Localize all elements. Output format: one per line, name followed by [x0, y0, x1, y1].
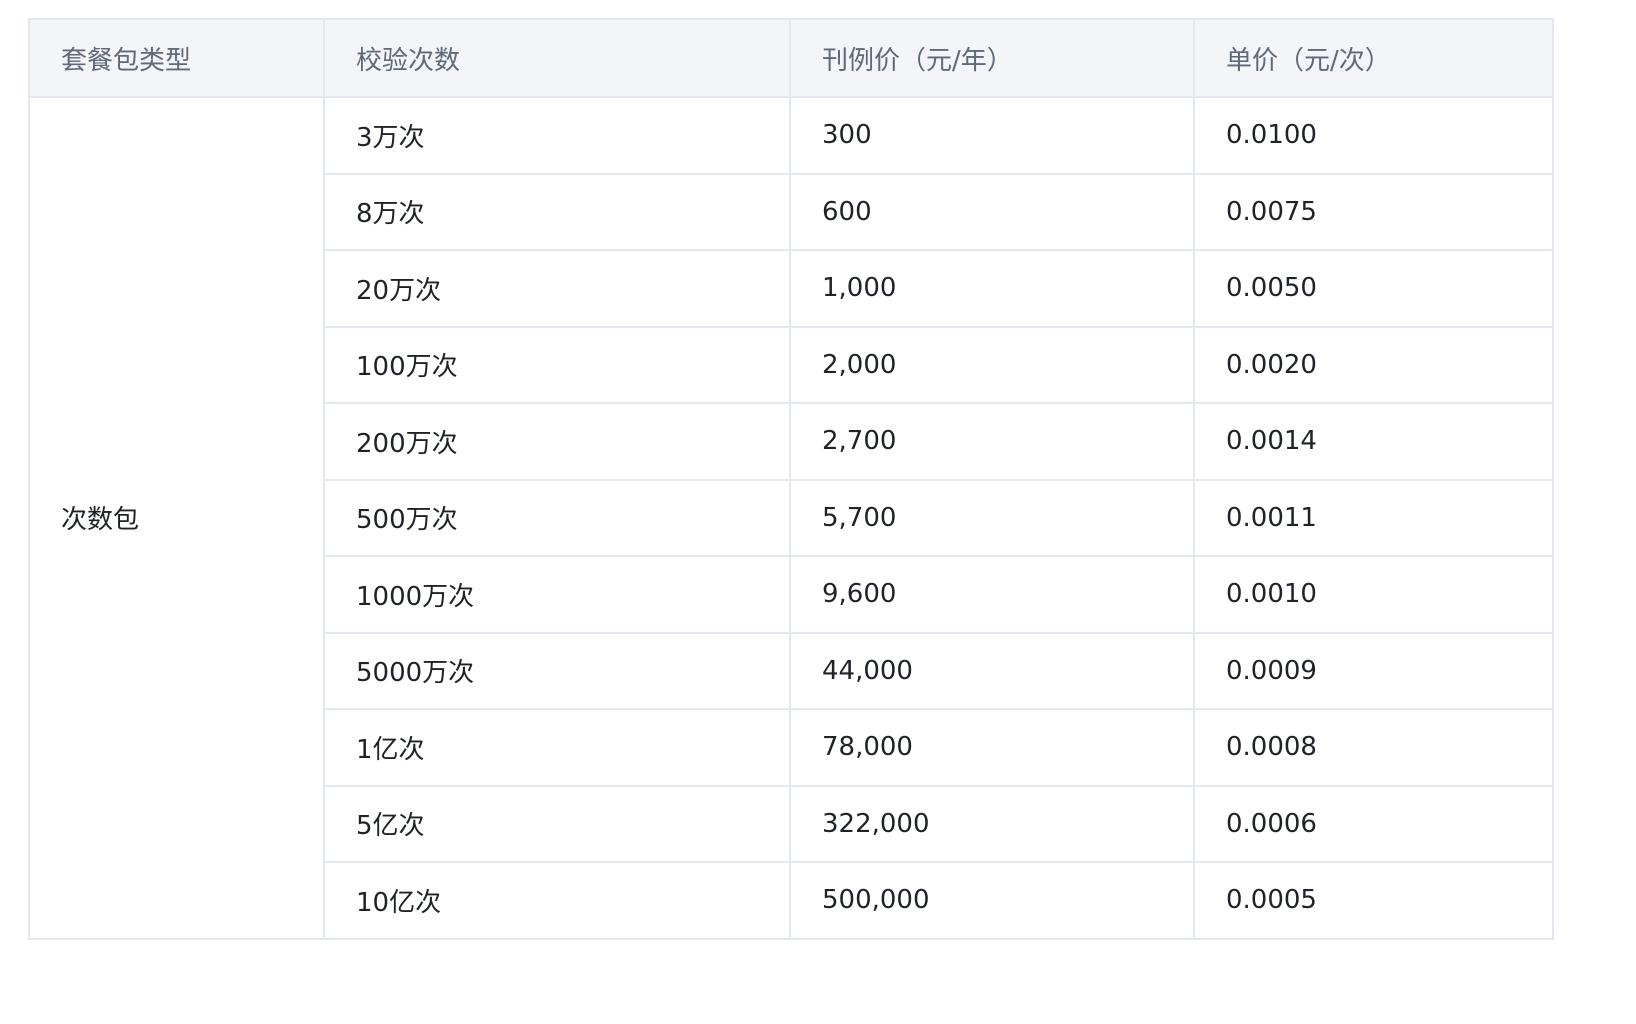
package-type-cell: 次数包 [28, 96, 325, 940]
list-price-cell: 78,000 [789, 708, 1195, 787]
count-cell: 20万次 [323, 249, 791, 328]
header-verification-count: 校验次数 [323, 18, 791, 98]
table-body: 次数包 3万次 300 0.0100 8万次 600 0.0075 20万次 1… [28, 96, 1554, 940]
count-cell: 8万次 [323, 172, 791, 251]
list-price-cell: 500,000 [789, 861, 1195, 940]
count-cell: 10亿次 [323, 861, 791, 940]
pricing-table: 套餐包类型 校验次数 刊例价（元/年） 单价（元/次） 次数包 3万次 300 … [28, 18, 1554, 940]
header-row: 套餐包类型 校验次数 刊例价（元/年） 单价（元/次） [28, 18, 1554, 98]
count-cell: 5000万次 [323, 631, 791, 710]
unit-price-cell: 0.0100 [1193, 96, 1554, 175]
count-cell: 200万次 [323, 402, 791, 481]
header-list-price: 刊例价（元/年） [789, 18, 1195, 98]
unit-price-cell: 0.0006 [1193, 784, 1554, 863]
unit-price-cell: 0.0005 [1193, 861, 1554, 940]
table-row: 次数包 3万次 300 0.0100 [28, 96, 1554, 940]
list-price-cell: 2,000 [789, 325, 1195, 404]
list-price-cell: 5,700 [789, 478, 1195, 557]
header-package-type: 套餐包类型 [28, 18, 325, 98]
count-cell: 3万次 [323, 96, 791, 175]
unit-price-cell: 0.0075 [1193, 172, 1554, 251]
unit-price-cell: 0.0008 [1193, 708, 1554, 787]
count-cell: 1000万次 [323, 555, 791, 634]
unit-price-cell: 0.0010 [1193, 555, 1554, 634]
unit-price-cell: 0.0009 [1193, 631, 1554, 710]
unit-price-cell: 0.0014 [1193, 402, 1554, 481]
count-cell: 500万次 [323, 478, 791, 557]
table-header: 套餐包类型 校验次数 刊例价（元/年） 单价（元/次） [28, 18, 1554, 98]
list-price-cell: 44,000 [789, 631, 1195, 710]
header-unit-price: 单价（元/次） [1193, 18, 1554, 98]
unit-price-cell: 0.0020 [1193, 325, 1554, 404]
count-cell: 1亿次 [323, 708, 791, 787]
unit-price-cell: 0.0050 [1193, 249, 1554, 328]
unit-price-cell: 0.0011 [1193, 478, 1554, 557]
list-price-cell: 322,000 [789, 784, 1195, 863]
list-price-cell: 9,600 [789, 555, 1195, 634]
list-price-cell: 300 [789, 96, 1195, 175]
list-price-cell: 600 [789, 172, 1195, 251]
list-price-cell: 1,000 [789, 249, 1195, 328]
list-price-cell: 2,700 [789, 402, 1195, 481]
count-cell: 100万次 [323, 325, 791, 404]
count-cell: 5亿次 [323, 784, 791, 863]
